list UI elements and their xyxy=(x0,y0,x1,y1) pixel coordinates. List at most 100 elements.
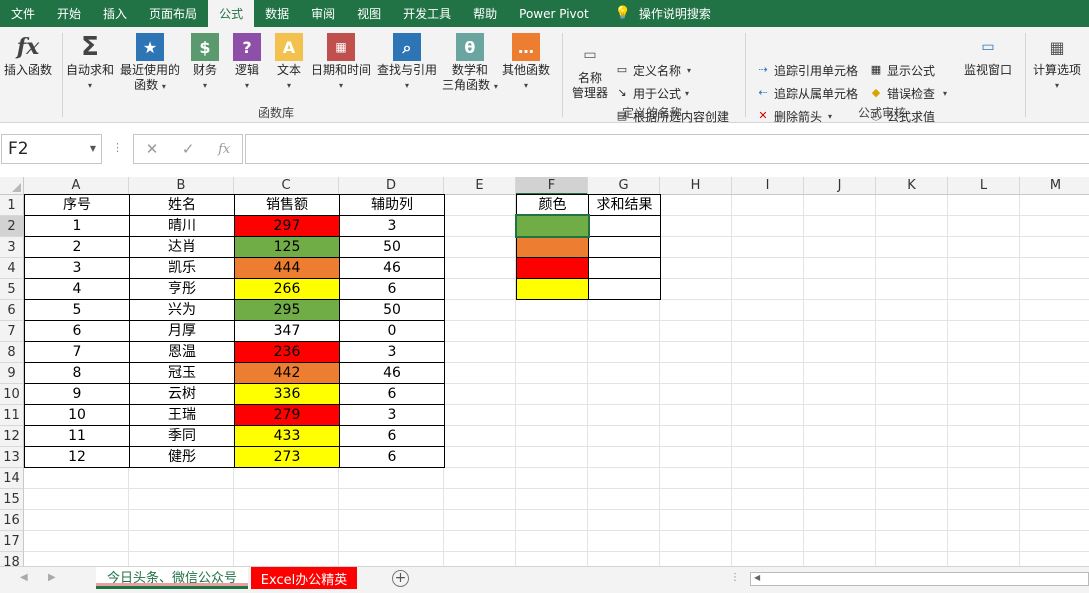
splitter-handle-icon[interactable]: ⋮ xyxy=(112,141,123,154)
table-cell[interactable]: 6 xyxy=(339,446,445,468)
table-cell[interactable]: 凯乐 xyxy=(129,257,235,279)
table-cell[interactable]: 46 xyxy=(339,257,445,279)
tab-4[interactable]: 公式 xyxy=(208,0,255,27)
row-header-1[interactable]: 1 xyxy=(0,195,24,216)
sum-result-cell[interactable] xyxy=(588,278,661,300)
sales-cell[interactable]: 444 xyxy=(234,257,340,279)
table-cell[interactable]: 兴为 xyxy=(129,299,235,321)
tab-3[interactable]: 页面布局 xyxy=(138,0,208,27)
table-cell[interactable]: 46 xyxy=(339,362,445,384)
color-swatch-cell[interactable] xyxy=(516,278,589,300)
row-header-10[interactable]: 10 xyxy=(0,384,24,405)
name-box[interactable]: F2 ▼ xyxy=(1,134,102,164)
row-header-16[interactable]: 16 xyxy=(0,510,24,531)
row-header-7[interactable]: 7 xyxy=(0,321,24,342)
table-cell[interactable]: 3 xyxy=(339,404,445,426)
table-cell[interactable]: 11 xyxy=(24,425,130,447)
sales-cell[interactable]: 279 xyxy=(234,404,340,426)
table-cell[interactable]: 3 xyxy=(339,215,445,237)
sales-cell[interactable]: 295 xyxy=(234,299,340,321)
column-header-L[interactable]: L xyxy=(948,177,1020,195)
sum-result-cell[interactable] xyxy=(588,215,661,237)
define-name-button[interactable]: ▭ 定义名称 ▾ xyxy=(614,60,691,80)
chevron-left-icon[interactable]: ◀ xyxy=(20,572,28,583)
cancel-icon[interactable]: ✕ xyxy=(146,140,159,158)
formula-input[interactable] xyxy=(245,134,1089,164)
table-cell[interactable]: 6 xyxy=(339,425,445,447)
sales-cell[interactable]: 336 xyxy=(234,383,340,405)
error-checking-button[interactable]: ◆ 错误检查 ▾ xyxy=(868,83,947,103)
table-cell[interactable]: 月厚 xyxy=(129,320,235,342)
row-header-3[interactable]: 3 xyxy=(0,237,24,258)
sum-result-cell[interactable] xyxy=(588,257,661,279)
table-cell[interactable]: 5 xyxy=(24,299,130,321)
column-header-M[interactable]: M xyxy=(1020,177,1089,195)
tab-2[interactable]: 插入 xyxy=(92,0,138,27)
column-header-I[interactable]: I xyxy=(732,177,804,195)
table-cell[interactable]: 亨彤 xyxy=(129,278,235,300)
row-header-2[interactable]: 2 xyxy=(0,216,24,237)
table-cell[interactable]: 健彤 xyxy=(129,446,235,468)
table-cell[interactable]: 3 xyxy=(339,341,445,363)
tab-11[interactable]: 💡 操作说明搜索 xyxy=(604,0,722,27)
horizontal-scrollbar[interactable]: ◀ xyxy=(750,572,1089,586)
column-header-E[interactable]: E xyxy=(444,177,516,195)
table-cell[interactable]: 50 xyxy=(339,236,445,258)
use-in-formula-button[interactable]: ↘ 用于公式 ▾ xyxy=(614,83,689,103)
autosum-button[interactable]: Σ 自动求和 ▾ xyxy=(66,33,114,93)
chevron-right-icon[interactable]: ▶ xyxy=(48,572,56,583)
row-header-12[interactable]: 12 xyxy=(0,426,24,447)
insert-function-button[interactable]: fx 插入函数 xyxy=(4,33,52,78)
table-cell[interactable]: 3 xyxy=(24,257,130,279)
text-button[interactable]: A 文本 ▾ xyxy=(275,33,303,93)
row-header-4[interactable]: 4 xyxy=(0,258,24,279)
column-header-F[interactable]: F xyxy=(516,177,588,195)
row-header-8[interactable]: 8 xyxy=(0,342,24,363)
row-header-9[interactable]: 9 xyxy=(0,363,24,384)
row-header-13[interactable]: 13 xyxy=(0,447,24,468)
trace-precedents-button[interactable]: ⇢ 追踪引用单元格 xyxy=(755,60,858,80)
row-header-6[interactable]: 6 xyxy=(0,300,24,321)
table-cell[interactable]: 恩温 xyxy=(129,341,235,363)
select-all-button[interactable] xyxy=(0,177,24,195)
row-header-14[interactable]: 14 xyxy=(0,468,24,489)
sheet-tab-1[interactable]: Excel办公精英 xyxy=(251,567,357,589)
column-header-H[interactable]: H xyxy=(660,177,732,195)
table-cell[interactable]: 50 xyxy=(339,299,445,321)
calc-options-button[interactable]: ▦ 计算选项 ▾ xyxy=(1033,33,1081,93)
table-cell[interactable]: 9 xyxy=(24,383,130,405)
table-cell[interactable]: 王瑞 xyxy=(129,404,235,426)
show-formulas-button[interactable]: ▦ 显示公式 xyxy=(868,60,935,80)
table-cell[interactable]: 1 xyxy=(24,215,130,237)
sales-cell[interactable]: 442 xyxy=(234,362,340,384)
tab-7[interactable]: 视图 xyxy=(346,0,392,27)
table-cell[interactable]: 季同 xyxy=(129,425,235,447)
row-header-15[interactable]: 15 xyxy=(0,489,24,510)
table-cell[interactable]: 0 xyxy=(339,320,445,342)
column-header-J[interactable]: J xyxy=(804,177,876,195)
sales-cell[interactable]: 273 xyxy=(234,446,340,468)
table-cell[interactable]: 4 xyxy=(24,278,130,300)
column-header-B[interactable]: B xyxy=(129,177,234,195)
column-header-G[interactable]: G xyxy=(588,177,660,195)
sheet-tab-0[interactable]: 今日头条、微信公众号 xyxy=(96,567,248,589)
chevron-left-icon[interactable]: ◀ xyxy=(754,573,760,582)
table-header-cell[interactable]: 销售额 xyxy=(234,194,340,216)
table-cell[interactable]: 2 xyxy=(24,236,130,258)
sales-cell[interactable]: 297 xyxy=(234,215,340,237)
summary-header-cell[interactable]: 颜色 xyxy=(516,194,589,216)
table-cell[interactable]: 6 xyxy=(339,278,445,300)
column-header-A[interactable]: A xyxy=(24,177,129,195)
color-swatch-cell[interactable] xyxy=(516,236,589,258)
table-cell[interactable]: 6 xyxy=(24,320,130,342)
worksheet-grid[interactable]: A B C D E F G H I J K L M 1 2 3 4 5 6 7 8 9 10 11 12 13 14 15 16 17 18… xyxy=(0,177,1089,566)
sales-cell[interactable]: 347 xyxy=(234,320,340,342)
add-sheet-button[interactable]: + xyxy=(392,570,409,587)
table-header-cell[interactable]: 姓名 xyxy=(129,194,235,216)
row-header-17[interactable]: 17 xyxy=(0,531,24,552)
table-cell[interactable]: 7 xyxy=(24,341,130,363)
splitter-handle-icon[interactable]: ⋮ xyxy=(730,572,740,583)
sales-cell[interactable]: 266 xyxy=(234,278,340,300)
tab-6[interactable]: 审阅 xyxy=(300,0,346,27)
financial-button[interactable]: $ 财务 ▾ xyxy=(191,33,219,93)
